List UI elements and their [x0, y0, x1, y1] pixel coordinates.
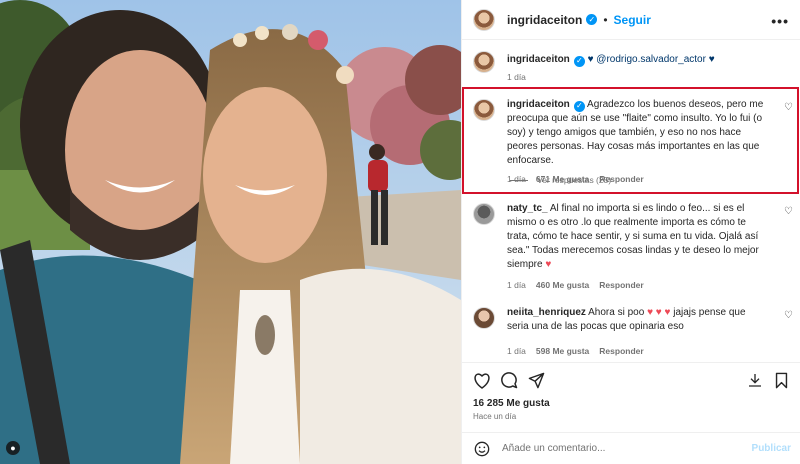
caption-text[interactable]: ♥ @rodrigo.salvador_actor ♥: [588, 54, 715, 65]
comment-input[interactable]: [502, 443, 742, 454]
verified-badge-icon: ✓: [573, 55, 585, 67]
post-caption: ingridaceiton ✓ ♥ @rodrigo.salvador_actor…: [473, 50, 793, 84]
comment-likes[interactable]: 460 Me gusta: [536, 278, 589, 292]
caption-time[interactable]: 1 día: [507, 70, 526, 84]
author-username[interactable]: ingridaceiton: [507, 13, 582, 27]
share-icon[interactable]: [526, 370, 546, 390]
post-time[interactable]: Hace un día: [473, 412, 516, 421]
caption-avatar[interactable]: [473, 51, 495, 73]
post-side-panel: ingridaceiton ✓ • Seguir ••• ingridaceit…: [461, 0, 800, 464]
reply-button[interactable]: Responder: [599, 344, 643, 358]
follow-button[interactable]: Seguir: [614, 13, 651, 27]
verified-badge-icon: ✓: [586, 14, 598, 25]
highlight-box: [462, 87, 799, 194]
comment-item: naty_tc_ Al final no importa si es lindo…: [473, 202, 793, 292]
reply-button[interactable]: Responder: [599, 278, 643, 292]
like-comment-heart-icon[interactable]: ♡: [784, 310, 793, 321]
selfie-image: [0, 0, 461, 464]
comment-icon[interactable]: [499, 370, 519, 390]
post-photo[interactable]: ●: [0, 0, 461, 464]
action-bar: [462, 362, 800, 402]
author-avatar[interactable]: [473, 8, 495, 31]
add-comment-bar: Publicar: [462, 432, 800, 464]
heart-emoji: ♥: [545, 259, 552, 270]
instagram-post-view: ● ingridaceiton ✓ • Seguir ••• ingridace…: [0, 0, 800, 464]
caption-username[interactable]: ingridaceiton: [507, 54, 570, 65]
bookmark-icon[interactable]: [771, 370, 791, 390]
likes-total[interactable]: 16 285 Me gusta: [473, 398, 550, 409]
heart-emojis: ♥ ♥ ♥: [647, 307, 671, 318]
tagged-user-icon[interactable]: ●: [6, 441, 20, 455]
comment-time[interactable]: 1 día: [507, 278, 526, 292]
comment-username[interactable]: naty_tc_: [507, 203, 548, 214]
download-icon[interactable]: [745, 370, 765, 390]
more-options-icon[interactable]: •••: [771, 13, 789, 29]
comment-item: neiita_henriquez Ahora si poo ♥ ♥ ♥ jaja…: [473, 306, 793, 358]
comment-username[interactable]: neiita_henriquez: [507, 307, 586, 318]
comment-text: Ahora si poo: [588, 307, 645, 318]
commenter-avatar[interactable]: [473, 307, 495, 329]
heart-icon[interactable]: [472, 370, 492, 390]
separator-dot: •: [603, 12, 608, 27]
publish-button[interactable]: Publicar: [752, 443, 791, 454]
like-comment-heart-icon[interactable]: ♡: [784, 206, 793, 217]
emoji-icon[interactable]: [473, 440, 491, 458]
comment-likes[interactable]: 598 Me gusta: [536, 344, 589, 358]
post-header: ingridaceiton ✓ • Seguir •••: [462, 0, 800, 40]
commenter-avatar[interactable]: [473, 203, 495, 225]
comment-time[interactable]: 1 día: [507, 344, 526, 358]
